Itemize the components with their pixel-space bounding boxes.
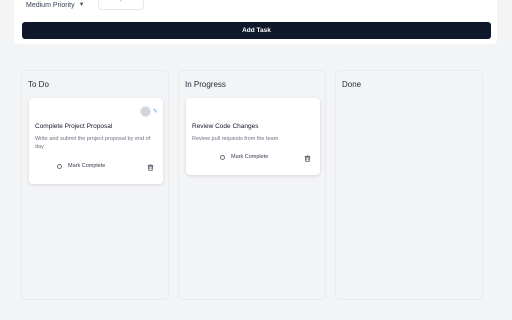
priority-select-value: Medium Priority [26, 1, 75, 9]
pencil-icon[interactable]: ✎ [153, 108, 158, 115]
chevron-down-icon: ▼ [78, 2, 85, 8]
priority-select[interactable]: Medium Priority ▼ [26, 0, 85, 12]
mark-complete-button[interactable]: Mark Complete [220, 154, 268, 160]
task-title: Complete Project Proposal [35, 123, 113, 130]
task-description: Review pull requests from the team [192, 136, 279, 142]
add-task-button[interactable]: Add Task [22, 22, 491, 39]
task-card[interactable]: Review Code Changes Review pull requests… [186, 98, 320, 175]
circle-check-icon [57, 163, 62, 169]
circle-check-icon [220, 154, 225, 160]
task-form: Medium Priority ▼ Add Task [14, 0, 497, 44]
column-in-progress: In Progress Review Code Changes Review p… [178, 70, 326, 300]
column-title-in-progress: In Progress [185, 80, 226, 89]
column-done: Done [335, 70, 483, 300]
avatar[interactable] [140, 106, 151, 117]
column-todo: To Do ✎ Complete Project Proposal Write … [21, 70, 169, 300]
mark-complete-label: Mark Complete [68, 163, 106, 169]
column-title-done: Done [342, 80, 362, 89]
trash-icon[interactable] [304, 155, 311, 162]
trash-icon[interactable] [147, 164, 154, 171]
column-title-todo: To Do [28, 80, 49, 89]
task-description: Write and submit the project proposal by… [35, 136, 151, 150]
mark-complete-button[interactable]: Mark Complete [57, 163, 105, 169]
timer-input[interactable] [98, 0, 144, 10]
task-title: Review Code Changes [192, 123, 259, 130]
task-card[interactable]: ✎ Complete Project Proposal Write and su… [29, 98, 163, 184]
mark-complete-label: Mark Complete [231, 154, 269, 160]
